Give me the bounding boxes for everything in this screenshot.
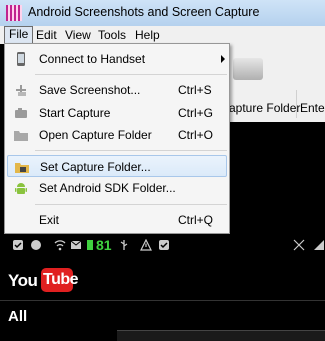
window-title: Android Screenshots and Screen Capture [28,5,260,19]
android-icon [15,183,27,194]
menu-item-shortcut: Ctrl+S [178,83,212,97]
menu-item-shortcut: Ctrl+G [178,106,214,120]
battery-level: 81 [96,237,112,253]
youtube-logo-tube-box: Tube [41,268,79,292]
menu-item-label: Set Android SDK Folder... [39,181,176,195]
menu-item-open-capture-folder[interactable]: Open Capture Folder Ctrl+O [7,124,227,146]
menu-help[interactable]: Help [131,27,164,43]
no-signal-icon [293,239,305,251]
menu-item-label: Open Capture Folder [39,128,152,142]
youtube-logo-you: You [8,271,38,290]
menu-item-label: Start Capture [39,106,111,120]
phone-status-bar [0,234,325,256]
menu-bar: File Edit View Tools Help [0,26,325,44]
usb-icon [120,240,128,250]
file-menu-dropdown: Connect to Handset Save Screenshot... Ct… [4,43,230,234]
menu-item-save-screenshot[interactable]: Save Screenshot... Ctrl+S [7,79,227,101]
menu-item-exit[interactable]: Exit Ctrl+Q [7,209,227,231]
menu-item-label: Set Capture Folder... [40,160,151,174]
checkbox-icon [13,240,23,250]
menu-item-label: Connect to Handset [39,52,146,66]
signal-icon [314,240,324,250]
menu-item-shortcut: Ctrl+Q [178,213,214,227]
menu-separator [35,74,227,75]
menu-item-start-capture[interactable]: Start Capture Ctrl+G [7,102,227,124]
menu-separator [35,204,227,205]
menu-file[interactable]: File [4,26,34,44]
menu-item-label: Save Screenshot... [39,83,141,97]
content-card[interactable] [117,330,325,341]
tab-divider [0,300,325,301]
menu-item-label: Exit [39,213,60,227]
menu-item-connect-to-handset[interactable]: Connect to Handset [7,48,227,70]
menu-edit[interactable]: Edit [32,27,61,43]
folder-icon [14,131,28,141]
menu-separator [35,150,227,151]
open-folder-icon[interactable] [233,58,263,80]
app-icon [6,5,22,21]
toolbar-separator [296,90,297,118]
checkbox-icon [159,240,169,250]
submenu-arrow-icon [221,55,225,63]
battery-icon [87,240,93,250]
save-icon [16,85,26,96]
title-bar: Android Screenshots and Screen Capture [0,0,325,26]
menu-item-shortcut: Ctrl+O [178,128,214,142]
chat-icon [31,240,41,250]
warning-icon [140,239,152,251]
phone-icon [17,52,25,66]
menu-view[interactable]: View [61,27,95,43]
capture-area [229,122,325,232]
wifi-icon [54,240,66,251]
menu-item-set-capture-folder[interactable]: Set Capture Folder... [7,155,227,177]
folder-set-icon [15,163,29,173]
camera-icon [15,108,27,118]
youtube-logo-tube: Tube [43,271,79,288]
menu-tools[interactable]: Tools [94,27,130,43]
tab-all[interactable]: All [8,308,27,325]
toolbar-next-button[interactable]: Ente [300,101,325,115]
menu-item-set-android-sdk-folder[interactable]: Set Android SDK Folder... [7,177,227,199]
open-capture-folder-button[interactable]: apture Folder [229,101,300,115]
gmail-icon [70,240,82,249]
